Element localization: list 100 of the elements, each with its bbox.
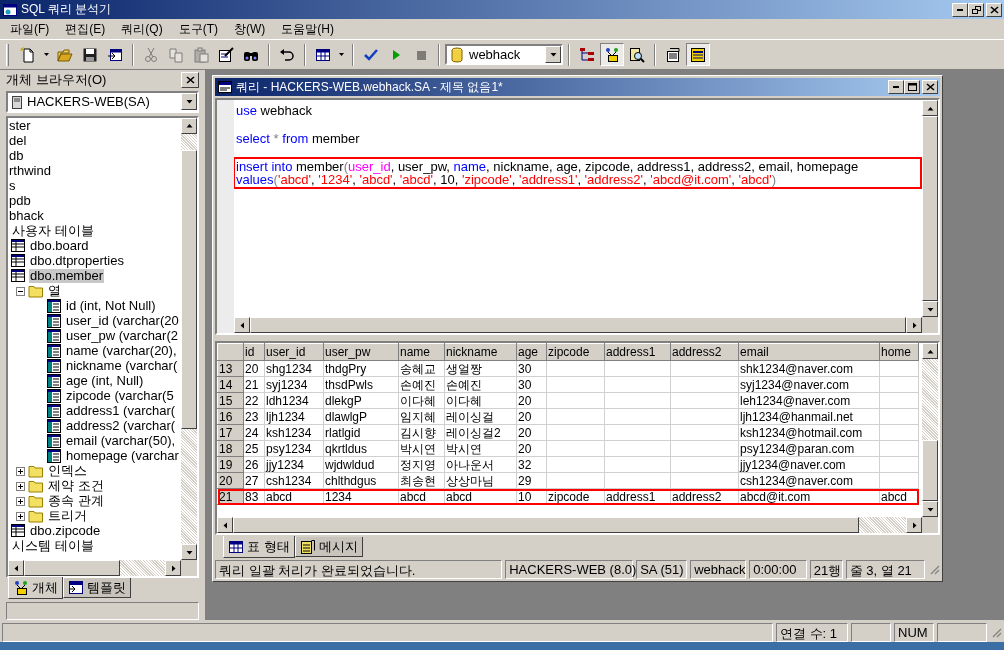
scroll-right-button[interactable] (165, 560, 181, 577)
expand-icon[interactable] (16, 496, 25, 506)
column-header[interactable]: name (398, 343, 445, 361)
tree-item[interactable]: user_id (varchar(20 (65, 314, 180, 329)
tree-item[interactable]: id (int, Not Null) (65, 299, 157, 314)
server-dropdown[interactable]: HACKERS-WEB(SA) (6, 90, 199, 113)
scroll-right-button[interactable] (906, 317, 922, 333)
scroll-left-button[interactable] (234, 317, 250, 333)
column-header[interactable]: home (879, 343, 919, 361)
tab[interactable]: 개체 (8, 577, 63, 600)
scroll-up-button[interactable] (922, 100, 938, 116)
result-row[interactable]: 16 23 ljh1234 dlawlgP 임지혜 레이싱걸 20 ljh1234@hanmail.net (217, 408, 919, 425)
tab[interactable]: 메시지 (294, 537, 363, 557)
status-text: 0:00:00 (749, 559, 807, 579)
table-icon (10, 238, 26, 255)
vertical-scrollbar[interactable] (922, 343, 938, 517)
result-row[interactable]: 19 26 jjy1234 wjdwldud 정지영 아나운서 32 jjy1234@naver.com (217, 456, 919, 473)
expand-icon[interactable] (16, 466, 25, 476)
tree-item[interactable]: address2 (varchar( (65, 419, 177, 434)
toolbar-button[interactable] (686, 43, 710, 66)
tree-item[interactable]: 열 (47, 284, 62, 299)
close-button[interactable] (922, 80, 938, 94)
column-header[interactable]: address1 (604, 343, 671, 361)
tree-item[interactable]: 인덱스 (47, 464, 88, 479)
status-panel (937, 622, 987, 642)
tree-item[interactable]: 제약 조건 (47, 479, 105, 494)
minimize-button[interactable] (952, 2, 968, 17)
scrollbar-thumb[interactable] (181, 150, 197, 430)
restore-button[interactable] (968, 2, 984, 17)
result-row[interactable]: 21 83 abcd 1234 abcd abcd 10 zipcode address1 address2 abcd@it.com abcd (217, 488, 919, 505)
scrollbar-thumb[interactable] (922, 439, 938, 501)
tree-item[interactable]: user_pw (varchar(2 (65, 329, 179, 344)
database-dropdown[interactable]: webhack (445, 44, 563, 65)
column-header[interactable]: nickname (444, 343, 517, 361)
tab[interactable]: 템플릿 (63, 578, 131, 599)
copy-icon (168, 46, 184, 63)
toolbar-button[interactable] (600, 43, 624, 66)
tree-item[interactable]: s (8, 179, 17, 194)
expand-icon[interactable] (16, 511, 25, 521)
result-row[interactable]: 18 25 psy1234 qkrtldus 박시연 박시연 20 psy1234@paran.com (217, 440, 919, 457)
tree-item[interactable]: dbo.board (29, 239, 90, 254)
column-header[interactable]: address2 (670, 343, 739, 361)
scroll-up-button[interactable] (922, 343, 938, 359)
tree-item[interactable]: dbo.dtproperties (29, 254, 125, 269)
menu-item[interactable]: 편집(E) (57, 18, 114, 40)
tree-item[interactable]: 종속 관계 (47, 494, 105, 509)
maximize-button[interactable] (904, 80, 920, 94)
tree-item[interactable]: age (int, Null) (65, 374, 145, 389)
column-header[interactable]: id (243, 343, 265, 361)
tree-item[interactable]: 트리거 (47, 509, 88, 524)
query-editor[interactable] (215, 98, 940, 335)
tree-item[interactable]: dbo.zipcode (29, 524, 102, 539)
result-row[interactable]: 14 21 syj1234 thsdPwls 손예진 손예진 30 syj1234@naver.com (217, 376, 919, 393)
tree-item[interactable]: ster (8, 119, 32, 134)
tree-item[interactable]: zipcode (varchar(5 (65, 389, 175, 404)
menu-item[interactable]: 쿼리(Q) (113, 18, 171, 40)
tree-item[interactable]: 사용자 테이블 (11, 224, 95, 239)
scroll-left-button[interactable] (217, 517, 233, 533)
menu-item[interactable]: 도구(T) (170, 18, 226, 40)
expand-icon[interactable] (16, 481, 25, 491)
tree-item[interactable]: nickname (varchar( (65, 359, 179, 374)
tree-item[interactable]: dbo.member (29, 269, 104, 284)
menu-item[interactable]: 파일(F) (2, 18, 58, 40)
close-button[interactable] (181, 71, 199, 88)
column-icon (46, 448, 62, 465)
menu-item[interactable]: 도움말(H) (273, 18, 342, 40)
horizontal-scrollbar[interactable] (8, 560, 181, 577)
scroll-right-button[interactable] (906, 517, 922, 533)
scroll-up-button[interactable] (181, 117, 197, 134)
tree-item[interactable]: homepage (varchar (65, 449, 180, 464)
table-cell: wjdwldud (323, 456, 399, 473)
column-header[interactable]: zipcode (546, 343, 605, 361)
tree-item[interactable]: address1 (varchar( (65, 404, 177, 419)
tree-item[interactable]: db (8, 149, 25, 164)
result-row[interactable]: 15 22 ldh1234 dlekgP 이다혜 이다혜 20 leh1234@naver.com (217, 392, 919, 409)
menu-item[interactable]: 창(W) (226, 18, 274, 40)
column-header[interactable]: email (738, 343, 880, 361)
minimize-button[interactable] (888, 80, 904, 94)
column-header[interactable]: age (516, 343, 547, 361)
tab[interactable]: 표 형태 (223, 536, 295, 558)
column-header[interactable]: user_id (264, 343, 324, 361)
column-header[interactable]: user_pw (323, 343, 399, 361)
tree-item[interactable]: name (varchar(20), (65, 344, 178, 359)
scroll-down-button[interactable] (922, 501, 938, 517)
tree-item[interactable]: rthwind (8, 164, 52, 179)
collapse-icon[interactable] (16, 286, 25, 296)
tree-item[interactable]: bhack (8, 209, 45, 224)
scroll-left-button[interactable] (8, 560, 24, 577)
result-row[interactable]: 17 24 ksh1234 rlatlgid 김시향 레이싱걸2 20 ksh1234@hotmail.com (217, 424, 919, 441)
result-row[interactable]: 13 20 shg1234 thdgPry 송혜교 생얼짱 30 shk1234@naver.com (217, 360, 919, 377)
tree-item[interactable]: pdb (8, 194, 32, 209)
tree-item[interactable]: 시스템 테이블 (11, 539, 95, 554)
scroll-down-button[interactable] (922, 301, 938, 317)
tree-item[interactable]: email (varchar(50), (65, 434, 177, 449)
scroll-down-button[interactable] (181, 544, 197, 561)
result-row[interactable]: 20 27 csh1234 chlthdgus 최송현 상상마님 29 csh1234@naver.com (217, 472, 919, 489)
close-button[interactable] (986, 2, 1002, 17)
vertical-scrollbar[interactable] (181, 117, 197, 561)
tree-item[interactable]: del (8, 134, 28, 149)
scrollbar-thumb[interactable] (24, 560, 120, 577)
